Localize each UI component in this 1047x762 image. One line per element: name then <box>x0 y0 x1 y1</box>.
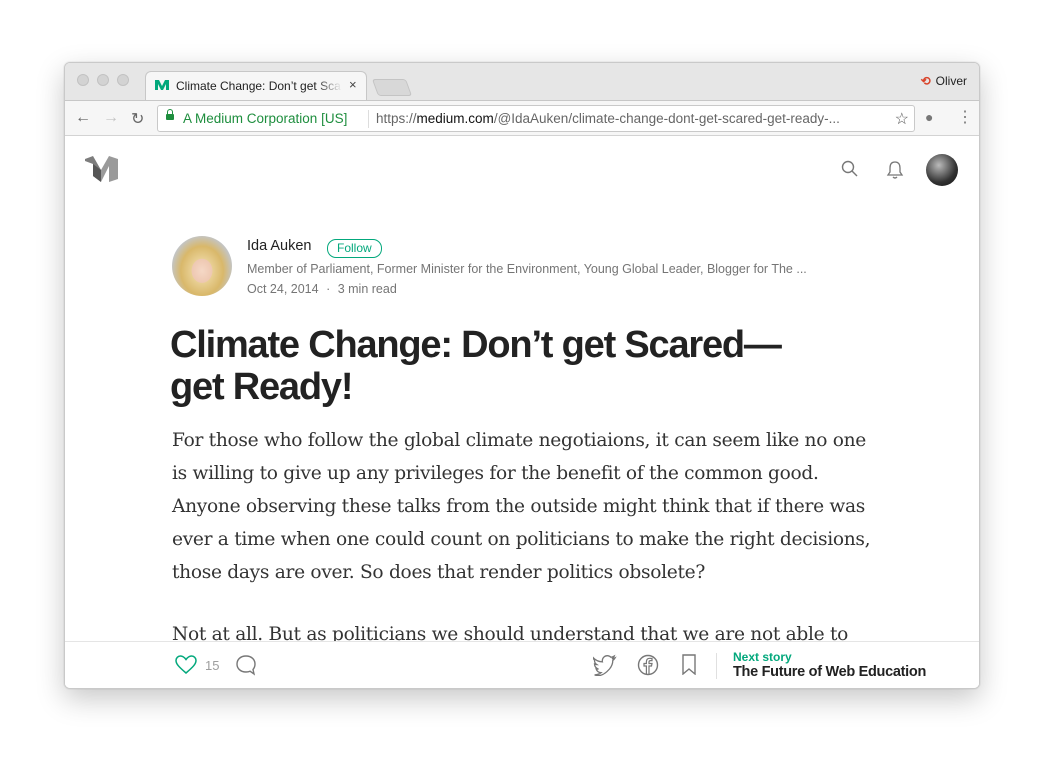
heart-recommend-icon[interactable] <box>175 655 197 675</box>
tab-close-icon[interactable]: × <box>349 77 357 92</box>
close-window-button[interactable] <box>77 74 89 86</box>
read-time: 3 min read <box>337 282 397 296</box>
profile-name: Oliver <box>935 74 967 88</box>
paragraph: For those who follow the global climate … <box>172 430 871 583</box>
medium-logo-icon[interactable] <box>85 156 118 182</box>
recommend-count: 15 <box>205 658 220 673</box>
article-title: Climate Change: Don’t get Scared— get Re… <box>170 324 810 408</box>
article-meta: Oct 24, 2014 · 3 min read <box>247 282 397 296</box>
browser-toolbar: ← → ↻ A Medium Corporation [US] https://… <box>65 100 979 136</box>
next-story-label[interactable]: Next story <box>733 650 792 664</box>
zoom-window-button[interactable] <box>117 74 129 86</box>
reload-icon[interactable]: ↻ <box>131 109 144 129</box>
user-avatar[interactable] <box>926 154 958 186</box>
comment-icon[interactable] <box>235 654 257 676</box>
author-name[interactable]: Ida Auken <box>247 238 312 254</box>
back-arrow-icon[interactable]: ← <box>75 109 91 127</box>
extension-icon[interactable]: ● <box>925 109 933 125</box>
browser-window: Climate Change: Don’t get Scared—get Rea… <box>64 62 980 689</box>
article-title-line-1: Climate Change: Don’t get Scared— <box>170 324 782 366</box>
url-host: medium.com <box>416 111 494 126</box>
twitter-icon[interactable] <box>593 654 617 676</box>
author-avatar[interactable] <box>172 236 232 296</box>
browser-menu-icon[interactable]: ⋮ <box>957 107 973 127</box>
minimize-window-button[interactable] <box>97 74 109 86</box>
url-text[interactable]: https://medium.com/@IdaAuken/climate-cha… <box>376 111 888 126</box>
follow-button[interactable]: Follow <box>327 239 382 258</box>
notifications-bell-icon[interactable] <box>886 160 904 180</box>
lock-icon <box>166 109 174 120</box>
meta-separator: · <box>326 282 331 296</box>
new-tab-button[interactable] <box>371 79 413 96</box>
url-scheme: https:// <box>376 111 417 126</box>
bookmark-star-icon[interactable]: ☆ <box>895 109 909 129</box>
search-icon[interactable] <box>841 160 859 178</box>
forward-arrow-icon[interactable]: → <box>103 109 119 127</box>
medium-favicon-icon <box>155 80 169 90</box>
address-bar[interactable]: A Medium Corporation [US] https://medium… <box>157 105 915 132</box>
article-title-line-2: get Ready! <box>170 366 353 408</box>
page-content: Ida Auken Follow Member of Parliament, F… <box>65 136 979 688</box>
profile-button[interactable]: ⟲ Oliver <box>921 74 967 88</box>
facebook-icon[interactable] <box>637 654 659 676</box>
next-story-title[interactable]: The Future of Web Education <box>733 664 926 680</box>
security-label: A Medium Corporation [US] <box>183 111 348 126</box>
url-path: /@IdaAuken/climate-change-dont-get-scare… <box>493 111 840 126</box>
browser-tab[interactable]: Climate Change: Don’t get Scared—get Rea… <box>145 71 367 100</box>
sync-icon: ⟲ <box>920 74 931 88</box>
bookmark-icon[interactable] <box>682 654 696 675</box>
article-action-bar: 15 Next story The Future of Web Educatio… <box>65 641 979 688</box>
author-bio: Member of Parliament, Former Minister fo… <box>247 262 807 276</box>
publish-date[interactable]: Oct 24, 2014 <box>247 282 319 296</box>
title-bar: Climate Change: Don’t get Scared—get Rea… <box>65 63 979 100</box>
